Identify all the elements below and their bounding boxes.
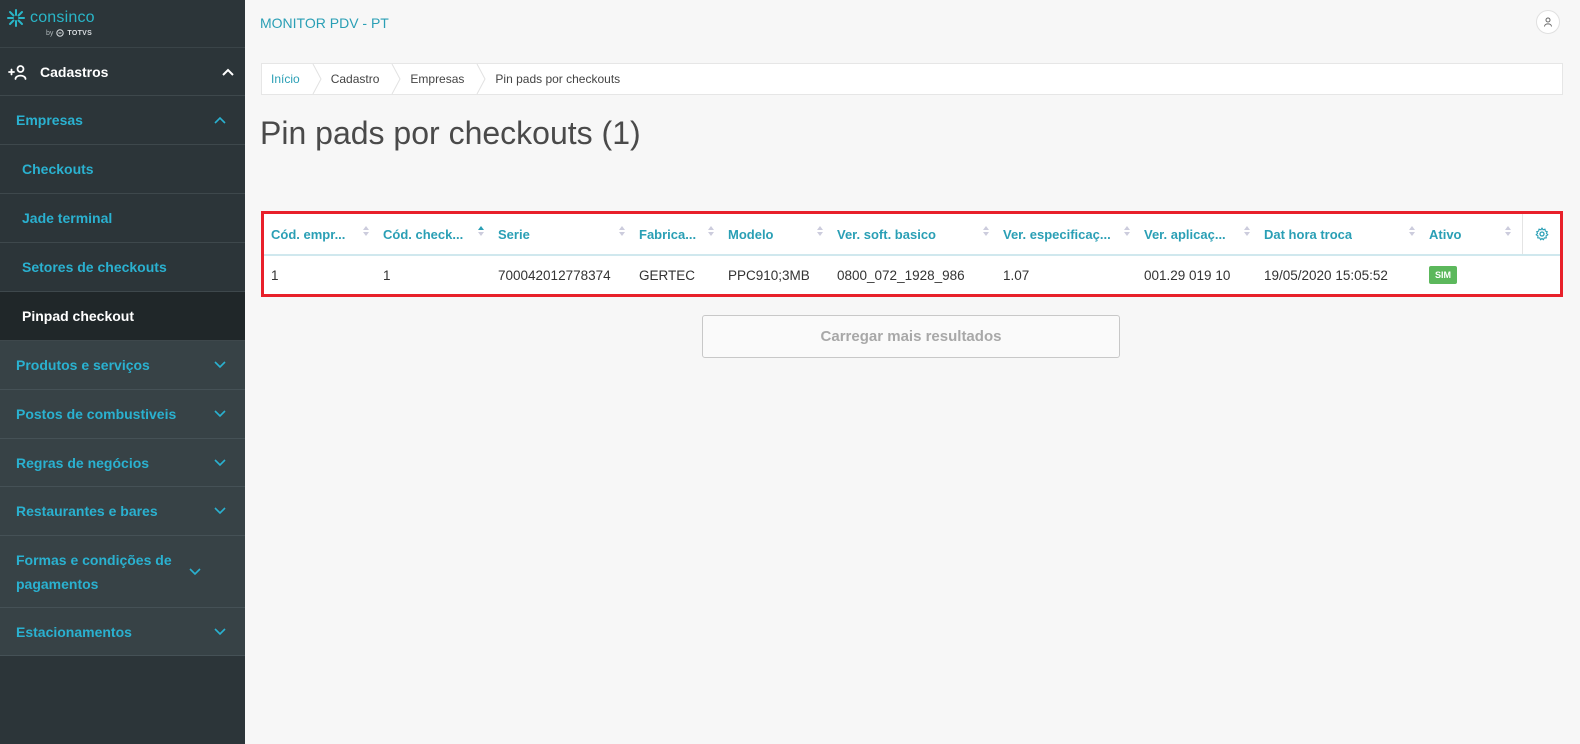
table-cell: 001.29 019 10 xyxy=(1144,267,1231,283)
breadcrumb-current: Pin pads por checkouts xyxy=(495,72,621,86)
sidebar-group-label: Estacionamentos xyxy=(16,623,132,640)
gear-icon xyxy=(1535,227,1548,241)
chevron-up-icon xyxy=(211,111,229,129)
sidebar: consinco by TOTVS Cadastros Empresas Che… xyxy=(0,0,245,744)
top-bar: MONITOR PDV - PT xyxy=(245,0,1580,48)
sidebar-item-setores-de-checkouts[interactable]: Setores de checkouts xyxy=(0,243,245,292)
table-cell: 700042012778374 xyxy=(498,267,611,283)
sidebar-item-jade-terminal[interactable]: Jade terminal xyxy=(0,194,245,243)
brand-name: consinco xyxy=(30,9,95,26)
nav-group-empresas[interactable]: Empresas xyxy=(0,96,245,145)
sort-icon xyxy=(363,226,369,236)
data-table: Cód. empr... Cód. check... Serie Fabrica… xyxy=(261,211,1563,297)
table-cell: GERTEC xyxy=(639,267,696,283)
column-header[interactable]: Ver. especificaç... xyxy=(996,214,1137,254)
main-content: MONITOR PDV - PT Início Cadastro Empresa… xyxy=(245,0,1580,744)
sidebar-group-regras-de-negocios[interactable]: Regras de negócios xyxy=(0,439,245,487)
app-title: MONITOR PDV - PT xyxy=(260,15,389,31)
column-header-label: Ativo xyxy=(1429,226,1462,242)
chevron-down-icon xyxy=(211,405,229,423)
nav-section-cadastros[interactable]: Cadastros xyxy=(0,48,245,96)
breadcrumb-cadastro[interactable]: Cadastro xyxy=(322,64,392,94)
column-header-label: Ver. especificaç... xyxy=(1003,226,1111,242)
table-cell: 1.07 xyxy=(1003,267,1030,283)
chevron-up-icon xyxy=(219,63,237,81)
sidebar-item-checkouts[interactable]: Checkouts xyxy=(0,145,245,194)
column-header[interactable]: Serie xyxy=(491,214,632,254)
column-header-label: Cód. empr... xyxy=(271,226,346,242)
sidebar-group-restaurantes-e-bares[interactable]: Restaurantes e bares xyxy=(0,487,245,536)
sidebar-group-formas-e-condicoes-de-pagamentos[interactable]: Formas e condições de pagamentos xyxy=(0,536,245,608)
sort-icon xyxy=(983,226,989,236)
sort-icon xyxy=(817,226,823,236)
column-header[interactable]: Cód. check... xyxy=(376,214,491,254)
sidebar-item-pinpad-checkout[interactable]: Pinpad checkout xyxy=(0,292,245,341)
sort-icon xyxy=(708,226,714,236)
sidebar-group-label: Restaurantes e bares xyxy=(16,503,158,519)
column-header-label: Modelo xyxy=(728,226,774,242)
column-header-label: Dat hora troca xyxy=(1264,226,1353,242)
breadcrumb-separator-icon xyxy=(312,64,322,94)
sort-icon xyxy=(1244,226,1250,236)
column-header-label: Cód. check... xyxy=(383,226,464,242)
chevron-down-icon xyxy=(211,502,229,520)
load-more-button[interactable]: Carregar mais resultados xyxy=(702,315,1120,358)
column-header-label: Ver. soft. basico xyxy=(837,226,936,242)
breadcrumb-separator-icon xyxy=(391,64,401,94)
table-cell: SIM xyxy=(1422,256,1518,294)
sidebar-group-label: Formas e condições de pagamentos xyxy=(16,551,172,592)
column-header-label: Fabrica... xyxy=(639,226,697,242)
sidebar-group-estacionamentos[interactable]: Estacionamentos xyxy=(0,608,245,656)
table-cell: 1 xyxy=(271,267,279,283)
chevron-down-icon xyxy=(211,454,229,472)
sort-icon xyxy=(1505,226,1511,236)
table-cell: PPC910;3MB xyxy=(728,267,810,283)
nav-section-label: Cadastros xyxy=(40,63,109,80)
column-header-label: Ver. aplicaç... xyxy=(1144,226,1226,242)
chevron-down-icon xyxy=(211,356,229,374)
breadcrumb-separator-icon xyxy=(476,64,486,94)
column-header[interactable]: Fabrica... xyxy=(632,214,721,254)
brand-byline: by TOTVS xyxy=(46,29,92,37)
sort-icon xyxy=(1124,226,1130,236)
table-cell: 1 xyxy=(383,267,391,283)
sidebar-group-label: Regras de negócios xyxy=(16,454,150,471)
column-settings-button[interactable] xyxy=(1522,214,1560,254)
page-title: Pin pads por checkouts (1) xyxy=(260,115,641,151)
brand-parent: TOTVS xyxy=(67,29,93,37)
breadcrumb-inicio[interactable]: Início xyxy=(262,64,312,94)
sidebar-group-produtos-e-servicos[interactable]: Produtos e serviços xyxy=(0,341,245,390)
sidebar-group-postos-de-combustiveis[interactable]: Postos de combustiveis xyxy=(0,390,245,439)
sort-ascending-icon xyxy=(478,226,484,236)
table-cell: 19/05/2020 15:05:52 xyxy=(1264,267,1388,283)
totvs-icon xyxy=(56,29,65,37)
breadcrumb-empresas[interactable]: Empresas xyxy=(401,64,476,94)
breadcrumb: Início Cadastro Empresas Pin pads por ch… xyxy=(261,63,1563,95)
user-menu-button[interactable] xyxy=(1536,10,1560,34)
column-header[interactable]: Cód. empr... xyxy=(264,214,376,254)
table-header: Cód. empr... Cód. check... Serie Fabrica… xyxy=(264,214,1560,256)
sidebar-group-label: Postos de combustiveis xyxy=(16,406,177,422)
column-header[interactable]: Dat hora troca xyxy=(1257,214,1422,254)
chevron-down-icon xyxy=(186,563,204,581)
chevron-down-icon xyxy=(211,623,229,641)
column-header[interactable]: Ver. soft. basico xyxy=(830,214,996,254)
status-badge: SIM xyxy=(1429,266,1458,284)
consinco-logo-icon xyxy=(7,9,25,27)
add-user-icon xyxy=(8,64,27,80)
table-cell: 0800_072_1928_986 xyxy=(837,267,965,283)
column-header[interactable]: Modelo xyxy=(721,214,830,254)
nav-group-label: Empresas xyxy=(16,112,83,128)
sort-icon xyxy=(1409,226,1415,236)
user-icon xyxy=(1544,17,1552,27)
sort-icon xyxy=(619,226,625,236)
brand-by: by xyxy=(46,29,54,37)
column-header[interactable]: Ver. aplicaç... xyxy=(1137,214,1257,254)
sidebar-group-label: Produtos e serviços xyxy=(16,357,150,373)
table-row[interactable]: 1 1 700042012778374 GERTEC PPC910;3MB 08… xyxy=(264,256,1560,294)
brand-logo[interactable]: consinco by TOTVS xyxy=(0,0,245,48)
column-header-label: Serie xyxy=(498,226,530,242)
column-header[interactable]: Ativo xyxy=(1422,214,1518,254)
